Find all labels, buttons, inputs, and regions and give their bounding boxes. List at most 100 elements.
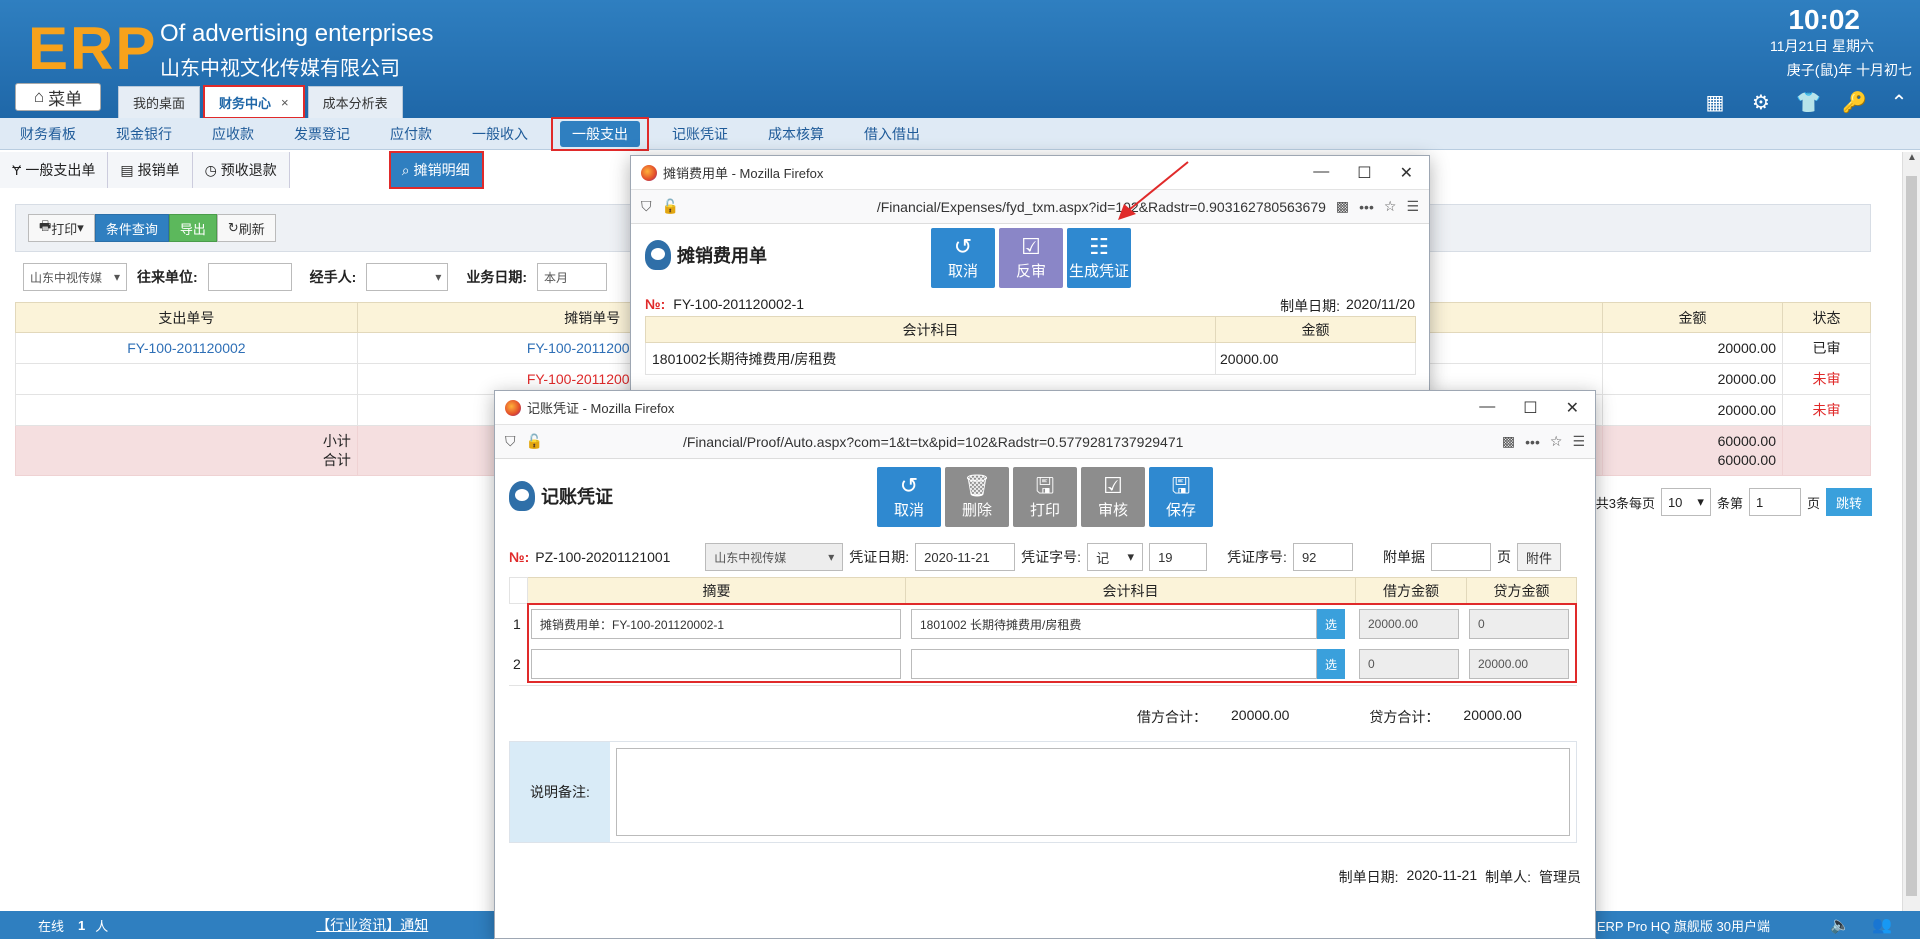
menu-button[interactable]: ⌂ 菜单 [15, 83, 101, 111]
voucher-word-select[interactable]: 记 ▾ [1087, 543, 1144, 571]
minimize-icon[interactable]: — [1313, 163, 1329, 183]
tab-finance-center[interactable]: 财务中心 × [203, 85, 305, 119]
users-icon[interactable]: 👥 [1872, 915, 1892, 935]
close-icon[interactable]: ✕ [1566, 398, 1579, 418]
scroll-up-icon[interactable]: ▲ [1903, 152, 1920, 170]
more-icon[interactable]: ••• [1359, 199, 1374, 215]
audit-button[interactable]: ☑ 审核 [1081, 467, 1145, 527]
subtab-reimbursement[interactable]: ▤ 报销单 [108, 152, 193, 188]
partner-input[interactable] [207, 263, 292, 291]
voucher-info-row: №: PZ-100-20201121001 山东中视传媒 ▾ 凭证日期: 2020… [509, 543, 1561, 571]
row-index: 2 [513, 656, 521, 672]
subject-input[interactable]: 1801002 长期待摊费用/房租费 [911, 609, 1317, 639]
more-icon[interactable]: ••• [1525, 434, 1540, 450]
vertical-scrollbar[interactable]: ▲ [1902, 152, 1920, 911]
close-icon[interactable]: × [281, 95, 289, 110]
qr-icon[interactable]: ▩ [1336, 198, 1349, 215]
save-button[interactable]: 🖫 保存 [1149, 467, 1213, 527]
subtab-general-expense[interactable]: Ɏ 一般支出单 [0, 152, 109, 188]
url-text[interactable]: /Financial/Proof/Auto.aspx?com=1&t=tx&pi… [553, 434, 1492, 450]
subject-input[interactable] [911, 649, 1317, 679]
row-index: 1 [513, 616, 521, 632]
close-icon[interactable]: ✕ [1400, 163, 1413, 183]
hamburger-icon[interactable]: ☰ [1406, 198, 1419, 215]
scroll-thumb[interactable] [1906, 176, 1917, 896]
jump-button[interactable]: 跳转 [1825, 488, 1872, 516]
debit-input[interactable]: 0 [1359, 649, 1459, 679]
url-bar[interactable]: ⛉ 🔓 /Financial/Proof/Auto.aspx?com=1&t=t… [495, 425, 1595, 459]
maker-label: 制单人: [1485, 869, 1531, 885]
cancel-button[interactable]: ↺ 取消 [877, 467, 941, 527]
nav-cash-bank[interactable]: 现金银行 [96, 118, 192, 150]
url-bar[interactable]: ⛉ 🔓 /Financial/Expenses/fyd_txm.aspx?id=… [631, 190, 1429, 224]
grid-add-icon[interactable]: ▦ [1704, 90, 1726, 115]
subtab-blank[interactable] [289, 152, 390, 188]
refresh-button[interactable]: ↻ 刷新 [216, 214, 276, 242]
nav-finance-board[interactable]: 财务看板 [0, 118, 96, 150]
nav-receivable[interactable]: 应收款 [192, 118, 274, 150]
star-icon[interactable]: ☆ [1550, 433, 1563, 450]
voucher-date-input[interactable]: 2020-11-21 [915, 543, 1016, 571]
maximize-icon[interactable]: ☐ [1523, 398, 1537, 418]
nav-voucher[interactable]: 记账凭证 [652, 118, 748, 150]
print-button[interactable]: 🖫 打印 [1013, 467, 1077, 527]
voucher-seq-input[interactable]: 92 [1292, 543, 1353, 571]
subtotal-label: 小计 [322, 432, 351, 449]
tab-my-desktop[interactable]: 我的桌面 [118, 86, 201, 118]
minimize-icon[interactable]: — [1479, 398, 1495, 418]
nav-general-expense[interactable]: 一般支出 [551, 116, 649, 151]
nav-general-income[interactable]: 一般收入 [452, 118, 548, 150]
unaudit-button[interactable]: ☑ 反审 [999, 228, 1063, 288]
nav-payable[interactable]: 应付款 [370, 118, 452, 150]
subtab-prepaid-refund[interactable]: ◷ 预收退款 [192, 152, 290, 188]
floppy-icon: 🖫 [1035, 472, 1055, 498]
export-button[interactable]: 导出 [168, 214, 217, 242]
delete-button[interactable]: 🗑 删除 [945, 467, 1009, 527]
cancel-button[interactable]: ↺ 取消 [931, 228, 995, 288]
shirt-icon[interactable]: 👕 [1796, 90, 1821, 115]
qr-icon[interactable]: ▩ [1502, 433, 1515, 450]
query-button[interactable]: 条件查询 [94, 214, 169, 242]
nav-borrow-lend[interactable]: 借入借出 [844, 118, 940, 150]
amount-cell: 20000.00 [1602, 363, 1784, 395]
handler-select[interactable]: ▾ [366, 263, 449, 291]
subject-pick-button[interactable]: 选 [1317, 649, 1345, 679]
summary-input[interactable] [531, 649, 901, 679]
remark-textarea[interactable] [616, 748, 1570, 836]
url-text[interactable]: /Financial/Expenses/fyd_txm.aspx?id=102&… [689, 199, 1326, 215]
star-icon[interactable]: ☆ [1384, 198, 1397, 215]
nav-cost-accounting[interactable]: 成本核算 [748, 118, 844, 150]
maximize-icon[interactable]: ☐ [1357, 163, 1371, 183]
speaker-icon[interactable]: 🔈 [1830, 915, 1850, 935]
gear-icon[interactable]: ⚙ [1750, 90, 1772, 115]
generate-voucher-button[interactable]: ☷ 生成凭证 [1067, 228, 1131, 288]
amortization-window: 摊销费用单 - Mozilla Firefox — ☐ ✕ ⛉ 🔓 /Financi… [630, 155, 1430, 393]
company-select[interactable]: 山东中视传媒 ▾ [705, 543, 844, 571]
attach-count-input[interactable] [1430, 543, 1491, 571]
chevron-up-icon[interactable]: ⌃ [1888, 90, 1910, 115]
home-icon: ⌂ [33, 87, 45, 106]
col-subject: 会计科目 [645, 316, 1216, 343]
per-page-select[interactable]: 10 ▾ [1660, 488, 1711, 516]
refresh-icon: ↻ [227, 220, 239, 235]
expense-no-link[interactable]: FY-100-201120002 [15, 332, 358, 364]
subject-pick-button[interactable]: 选 [1317, 609, 1345, 639]
summary-input[interactable]: 摊销费用单：FY-100-201120002-1 [531, 609, 901, 639]
nav-invoice[interactable]: 发票登记 [274, 118, 370, 150]
debit-input[interactable]: 20000.00 [1359, 609, 1459, 639]
pager: 共3条每页 10 ▾ 条第 1 页 跳转 [1596, 488, 1872, 516]
voucher-word-number[interactable]: 19 [1149, 543, 1208, 571]
page-input[interactable]: 1 [1748, 488, 1801, 516]
bizdate-select[interactable]: 本月 [537, 263, 608, 291]
attach-button[interactable]: 附件 [1516, 543, 1561, 571]
print-button[interactable]: 🖶 打印 ▾ [28, 214, 95, 242]
news-ticker[interactable]: 【行业资讯】通知 [316, 915, 428, 935]
credit-input[interactable]: 20000.00 [1469, 649, 1569, 679]
tab-cost-analysis[interactable]: 成本分析表 [307, 86, 403, 118]
credit-input[interactable]: 0 [1469, 609, 1569, 639]
subtab-amortization-detail[interactable]: ⌕ 摊销明细 [388, 151, 484, 189]
hamburger-icon[interactable]: ☰ [1572, 433, 1585, 450]
edition-label: ERP Pro HQ 旗舰版 30用户端 [1596, 918, 1770, 934]
key-icon[interactable]: 🔑 [1842, 90, 1867, 115]
company-select[interactable]: 山东中视传媒 ▾ [23, 263, 127, 291]
